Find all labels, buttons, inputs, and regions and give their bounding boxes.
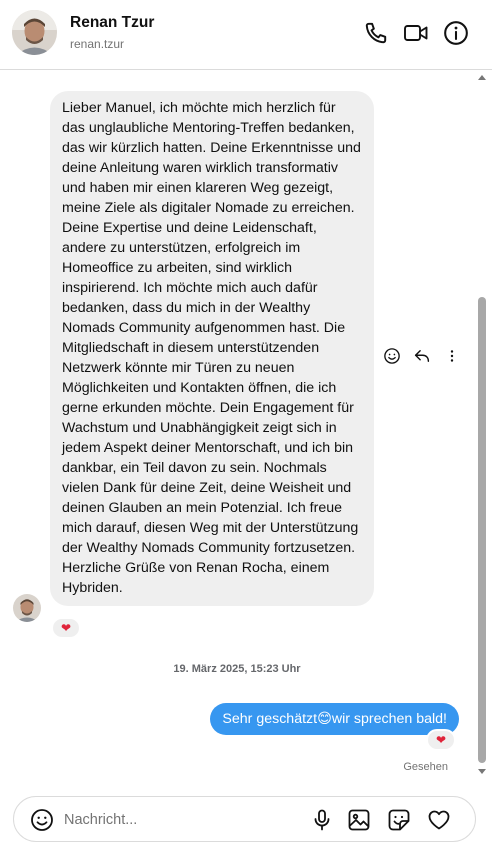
scrollbar-thumb[interactable] bbox=[478, 297, 486, 763]
scroll-up-arrow-icon[interactable] bbox=[478, 75, 486, 80]
incoming-reaction-badge[interactable]: ❤ bbox=[51, 617, 81, 639]
phone-icon[interactable] bbox=[363, 20, 389, 46]
sticker-icon[interactable] bbox=[387, 808, 411, 832]
message-composer bbox=[13, 796, 476, 842]
emoji-icon[interactable] bbox=[30, 808, 54, 832]
message-timestamp: 19. März 2025, 15:23 Uhr bbox=[173, 663, 301, 675]
outgoing-text-start: Sehr geschätzt bbox=[222, 711, 318, 727]
message-input[interactable] bbox=[64, 809, 294, 831]
chat-header: Renan Tzur renan.tzur bbox=[0, 0, 492, 70]
heart-reaction-icon: ❤ bbox=[60, 621, 72, 635]
outgoing-text-end: wir sprechen bald! bbox=[331, 711, 447, 727]
heart-icon[interactable] bbox=[427, 808, 451, 832]
message-thread[interactable]: Lieber Manuel, ich möchte mich herzlich … bbox=[0, 71, 492, 786]
scroll-down-arrow-icon[interactable] bbox=[478, 769, 486, 774]
contact-avatar[interactable] bbox=[12, 10, 57, 55]
smile-emoji-icon: 😊 bbox=[317, 711, 332, 727]
react-emoji-icon[interactable] bbox=[382, 346, 402, 366]
contact-name[interactable]: Renan Tzur bbox=[70, 14, 154, 32]
incoming-message-bubble[interactable]: Lieber Manuel, ich möchte mich herzlich … bbox=[50, 91, 374, 606]
image-icon[interactable] bbox=[347, 808, 371, 832]
thread-scrollbar[interactable] bbox=[476, 71, 488, 786]
contact-username: renan.tzur bbox=[70, 37, 125, 51]
info-icon[interactable] bbox=[443, 20, 469, 46]
video-call-icon[interactable] bbox=[403, 20, 429, 46]
outgoing-reaction-badge[interactable]: ❤ bbox=[426, 729, 456, 751]
reply-icon[interactable] bbox=[412, 346, 432, 366]
outgoing-message-bubble[interactable]: Sehr geschätzt😊wir sprechen bald! bbox=[210, 703, 459, 735]
sender-avatar[interactable] bbox=[13, 594, 41, 622]
heart-reaction-icon: ❤ bbox=[435, 733, 447, 747]
microphone-icon[interactable] bbox=[310, 808, 334, 832]
message-actions bbox=[382, 346, 462, 366]
more-options-icon[interactable] bbox=[442, 346, 462, 366]
seen-status: Gesehen bbox=[403, 761, 448, 773]
